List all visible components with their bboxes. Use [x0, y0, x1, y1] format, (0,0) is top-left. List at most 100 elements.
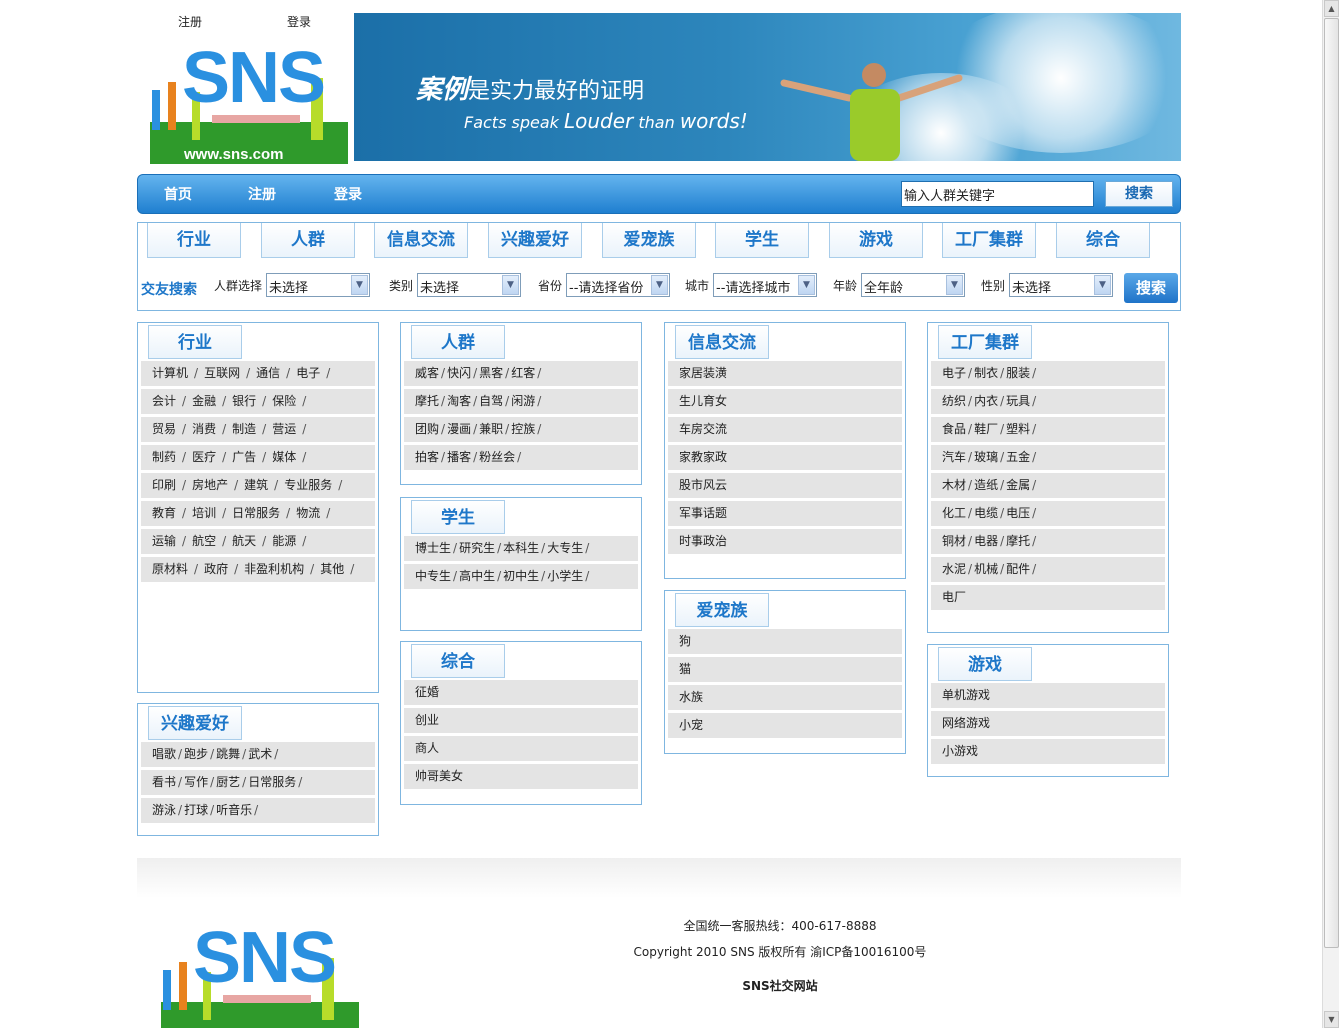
category-link[interactable]: 金属 [1006, 478, 1030, 492]
category-link[interactable]: 房地产 [192, 478, 228, 492]
crowd-select[interactable]: 未选择 ▼ [266, 273, 371, 297]
category-link[interactable]: 印刷 [152, 478, 176, 492]
type-select[interactable]: 未选择 ▼ [417, 273, 522, 297]
category-link[interactable]: 汽车 [942, 450, 966, 464]
category-link[interactable]: 股市风云 [679, 478, 727, 492]
tab-crowd[interactable]: 人群 [261, 223, 355, 258]
category-link[interactable]: 本科生 [503, 541, 539, 555]
category-link[interactable]: 水族 [679, 690, 703, 704]
tab-industry[interactable]: 行业 [147, 223, 241, 258]
category-link[interactable]: 金融 [192, 394, 216, 408]
top-login-link[interactable]: 登录 [287, 13, 311, 30]
category-link[interactable]: 看书 [152, 775, 176, 789]
category-link[interactable]: 银行 [232, 394, 256, 408]
category-link[interactable]: 消费 [192, 422, 216, 436]
category-link[interactable]: 塑料 [1006, 422, 1030, 436]
province-select[interactable]: --请选择省份 ▼ [566, 273, 671, 297]
category-link[interactable]: 高中生 [459, 569, 495, 583]
category-link[interactable]: 征婚 [415, 685, 439, 699]
category-link[interactable]: 运输 [152, 534, 176, 548]
nav-register[interactable]: 注册 [248, 184, 276, 204]
category-link[interactable]: 保险 [272, 394, 296, 408]
category-link[interactable]: 生儿育女 [679, 394, 727, 408]
category-link[interactable]: 跑步 [184, 747, 208, 761]
category-link[interactable]: 铜材 [942, 534, 966, 548]
category-link[interactable]: 电子 [296, 366, 320, 380]
category-link[interactable]: 拍客 [415, 450, 439, 464]
category-link[interactable]: 淘客 [447, 394, 471, 408]
tab-hobbies[interactable]: 兴趣爱好 [488, 223, 582, 258]
category-link[interactable]: 配件 [1006, 562, 1030, 576]
category-link[interactable]: 写作 [184, 775, 208, 789]
gender-select[interactable]: 未选择 ▼ [1009, 273, 1114, 297]
category-link[interactable]: 猫 [679, 662, 691, 676]
category-link[interactable]: 其他 [320, 562, 344, 576]
category-link[interactable]: 中专生 [415, 569, 451, 583]
category-link[interactable]: 黑客 [479, 366, 503, 380]
category-link[interactable]: 初中生 [503, 569, 539, 583]
category-link[interactable]: 五金 [1006, 450, 1030, 464]
category-link[interactable]: 博士生 [415, 541, 451, 555]
category-link[interactable]: 物流 [296, 506, 320, 520]
category-link[interactable]: 会计 [152, 394, 176, 408]
category-link[interactable]: 帅哥美女 [415, 769, 463, 783]
category-link[interactable]: 军事话题 [679, 506, 727, 520]
category-link[interactable]: 玻璃 [974, 450, 998, 464]
friend-search-button[interactable]: 搜索 [1124, 273, 1178, 303]
category-link[interactable]: 航空 [192, 534, 216, 548]
category-link[interactable]: 纺织 [942, 394, 966, 408]
category-link[interactable]: 红客 [511, 366, 535, 380]
category-link[interactable]: 控族 [511, 422, 535, 436]
tab-students[interactable]: 学生 [715, 223, 809, 258]
category-link[interactable]: 能源 [272, 534, 296, 548]
category-link[interactable]: 原材料 [152, 562, 188, 576]
category-link[interactable]: 家居装潢 [679, 366, 727, 380]
category-link[interactable]: 狗 [679, 634, 691, 648]
category-link[interactable]: 化工 [942, 506, 966, 520]
category-link[interactable]: 贸易 [152, 422, 176, 436]
category-link[interactable]: 单机游戏 [942, 688, 990, 702]
category-link[interactable]: 大专生 [547, 541, 583, 555]
top-register-link[interactable]: 注册 [178, 13, 202, 30]
category-link[interactable]: 摩托 [1006, 534, 1030, 548]
category-link[interactable]: 电器 [974, 534, 998, 548]
category-link[interactable]: 营运 [272, 422, 296, 436]
scroll-down-icon[interactable]: ▼ [1324, 1011, 1339, 1028]
category-link[interactable]: 打球 [184, 803, 208, 817]
category-link[interactable]: 时事政治 [679, 534, 727, 548]
category-link[interactable]: 小游戏 [942, 744, 978, 758]
category-link[interactable]: 漫画 [447, 422, 471, 436]
category-link[interactable]: 政府 [204, 562, 228, 576]
nav-login[interactable]: 登录 [334, 184, 362, 204]
category-link[interactable]: 日常服务 [232, 506, 280, 520]
scroll-up-icon[interactable]: ▲ [1324, 0, 1339, 17]
category-link[interactable]: 建筑 [244, 478, 268, 492]
category-link[interactable]: 游泳 [152, 803, 176, 817]
category-link[interactable]: 自驾 [479, 394, 503, 408]
category-link[interactable]: 闲游 [511, 394, 535, 408]
category-link[interactable]: 网络游戏 [942, 716, 990, 730]
category-link[interactable]: 摩托 [415, 394, 439, 408]
category-link[interactable]: 跳舞 [216, 747, 240, 761]
tab-comprehensive[interactable]: 综合 [1056, 223, 1150, 258]
category-link[interactable]: 媒体 [272, 450, 296, 464]
category-link[interactable]: 互联网 [204, 366, 240, 380]
category-link[interactable]: 车房交流 [679, 422, 727, 436]
category-link[interactable]: 唱歌 [152, 747, 176, 761]
category-link[interactable]: 电压 [1006, 506, 1030, 520]
category-link[interactable]: 制衣 [974, 366, 998, 380]
category-link[interactable]: 航天 [232, 534, 256, 548]
category-link[interactable]: 食品 [942, 422, 966, 436]
category-link[interactable]: 兼职 [479, 422, 503, 436]
category-link[interactable]: 快闪 [447, 366, 471, 380]
category-link[interactable]: 商人 [415, 741, 439, 755]
category-link[interactable]: 制造 [232, 422, 256, 436]
category-link[interactable]: 水泥 [942, 562, 966, 576]
scrollbar-thumb[interactable] [1324, 18, 1339, 948]
category-link[interactable]: 专业服务 [284, 478, 332, 492]
category-link[interactable]: 教育 [152, 506, 176, 520]
category-link[interactable]: 玩具 [1006, 394, 1030, 408]
category-link[interactable]: 机械 [974, 562, 998, 576]
site-logo[interactable]: SNS www.sns.com [148, 40, 350, 164]
category-link[interactable]: 电厂 [942, 590, 966, 604]
